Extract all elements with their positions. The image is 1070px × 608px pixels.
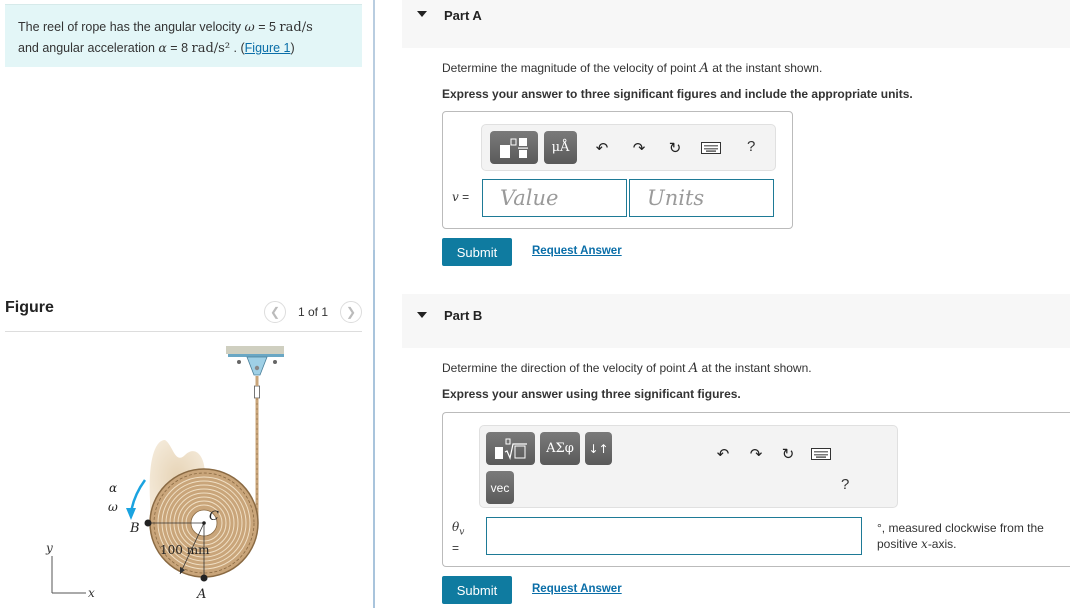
part-a-submit-button[interactable]: Submit bbox=[442, 238, 512, 266]
angular-arrow bbox=[129, 479, 147, 513]
undo-icon[interactable]: ↶ bbox=[591, 137, 613, 159]
direction-input[interactable] bbox=[486, 517, 862, 555]
theta-v-label: θv = bbox=[452, 520, 465, 556]
alpha-symbol: α bbox=[158, 40, 167, 55]
arrowhead-icon bbox=[126, 508, 136, 520]
part-b-math-toolbar: ΑΣφ ↓↑ vec ↶ ↷ ↻ ? bbox=[479, 425, 898, 508]
chevron-left-icon: ❮ bbox=[269, 305, 280, 319]
sort-button[interactable]: ↓↑ bbox=[585, 432, 612, 465]
part-a-request-answer-link[interactable]: Request Answer bbox=[532, 245, 622, 257]
pin bbox=[254, 365, 260, 371]
omega-label: ω bbox=[108, 500, 118, 514]
part-a-question: Determine the magnitude of the velocity … bbox=[442, 61, 823, 76]
reset-icon[interactable]: ↻ bbox=[664, 137, 686, 159]
part-b-header[interactable]: Part B bbox=[402, 294, 1070, 348]
rope-clip bbox=[254, 385, 260, 399]
redo-icon[interactable]: ↷ bbox=[745, 443, 767, 465]
direction-note: °, measured clockwise from the positive … bbox=[877, 521, 1044, 551]
part-b-submit-button[interactable]: Submit bbox=[442, 576, 512, 604]
keyboard-icon[interactable] bbox=[810, 443, 832, 465]
templates-radical-button[interactable] bbox=[486, 432, 535, 465]
bolt bbox=[237, 360, 241, 364]
reel-diagram: α ω B C A 100 mm y x bbox=[45, 346, 284, 602]
part-a-title: Part A bbox=[444, 8, 482, 23]
templates-icon bbox=[500, 137, 528, 158]
B-label: B bbox=[129, 521, 140, 536]
figure-image: α ω B C A 100 mm y x bbox=[30, 340, 360, 608]
y-axis-label: y bbox=[45, 541, 53, 555]
point-A bbox=[200, 574, 208, 582]
right-pane: Part A Determine the magnitude of the ve… bbox=[402, 0, 1070, 608]
C-label: C bbox=[209, 509, 219, 524]
vector-button[interactable]: vec bbox=[486, 471, 514, 504]
undo-icon[interactable]: ↶ bbox=[712, 443, 734, 465]
next-figure-button[interactable]: ❯ bbox=[340, 301, 362, 323]
templates-radical-icon bbox=[494, 438, 527, 460]
part-a-answer-box: μÅ ↶ ↷ ↻ ? v = bbox=[442, 111, 793, 229]
A-label: A bbox=[196, 587, 206, 602]
templates-button[interactable] bbox=[490, 131, 538, 164]
collapse-caret-icon[interactable] bbox=[417, 11, 427, 17]
point-C bbox=[202, 521, 206, 525]
units-input[interactable] bbox=[629, 179, 774, 217]
part-b-instruction: Express your answer using three signific… bbox=[442, 387, 741, 401]
part-b-title: Part B bbox=[444, 308, 483, 323]
left-pane: The reel of rope has the angular velocit… bbox=[0, 0, 375, 608]
figure-header: Figure ❮ 1 of 1 ❯ bbox=[5, 296, 362, 332]
part-b-question: Determine the direction of the velocity … bbox=[442, 361, 812, 376]
v-label: v = bbox=[452, 190, 470, 204]
alpha-unit: rad/s² bbox=[191, 41, 231, 56]
ceiling-plate bbox=[228, 354, 284, 357]
part-a-header[interactable]: Part A bbox=[402, 0, 1070, 48]
omega-unit: rad/s bbox=[279, 20, 313, 35]
value-input[interactable] bbox=[482, 179, 627, 217]
units-button[interactable]: μÅ bbox=[544, 131, 577, 164]
dimension-label: 100 mm bbox=[160, 543, 210, 557]
problem-line-2: and angular acceleration α = 8 rad/s² . … bbox=[18, 40, 295, 56]
alpha-label: α bbox=[109, 481, 117, 495]
keyboard-icon[interactable] bbox=[700, 137, 722, 159]
x-axis-label: x bbox=[88, 586, 95, 600]
part-b-request-answer-link[interactable]: Request Answer bbox=[532, 583, 622, 595]
redo-icon[interactable]: ↷ bbox=[628, 137, 650, 159]
omega-symbol: ω bbox=[244, 19, 255, 34]
help-button[interactable]: ? bbox=[841, 476, 849, 493]
figure-link[interactable]: Figure 1 bbox=[245, 41, 291, 55]
greek-symbols-button[interactable]: ΑΣφ bbox=[540, 432, 580, 465]
collapse-caret-icon[interactable] bbox=[417, 312, 427, 318]
ceiling bbox=[226, 346, 284, 354]
bolt bbox=[273, 360, 277, 364]
pager-label: 1 of 1 bbox=[297, 305, 328, 319]
chevron-right-icon: ❯ bbox=[345, 305, 357, 319]
part-b-answer-box: ΑΣφ ↓↑ vec ↶ ↷ ↻ ? θv = °, measured cloc… bbox=[442, 412, 1070, 567]
problem-line-1: The reel of rope has the angular velocit… bbox=[18, 19, 313, 35]
prev-figure-button[interactable]: ❮ bbox=[263, 301, 286, 323]
figure-pager: ❮ 1 of 1 ❯ bbox=[263, 301, 362, 323]
reset-icon[interactable]: ↻ bbox=[777, 443, 799, 465]
part-a-instruction: Express your answer to three significant… bbox=[442, 87, 913, 101]
point-B bbox=[144, 519, 152, 527]
problem-statement: The reel of rope has the angular velocit… bbox=[5, 4, 362, 67]
figure-title: Figure bbox=[5, 299, 54, 316]
help-button[interactable]: ? bbox=[747, 138, 755, 155]
pane-divider[interactable] bbox=[373, 250, 375, 608]
part-a-math-toolbar: μÅ ↶ ↷ ↻ ? bbox=[481, 124, 776, 171]
